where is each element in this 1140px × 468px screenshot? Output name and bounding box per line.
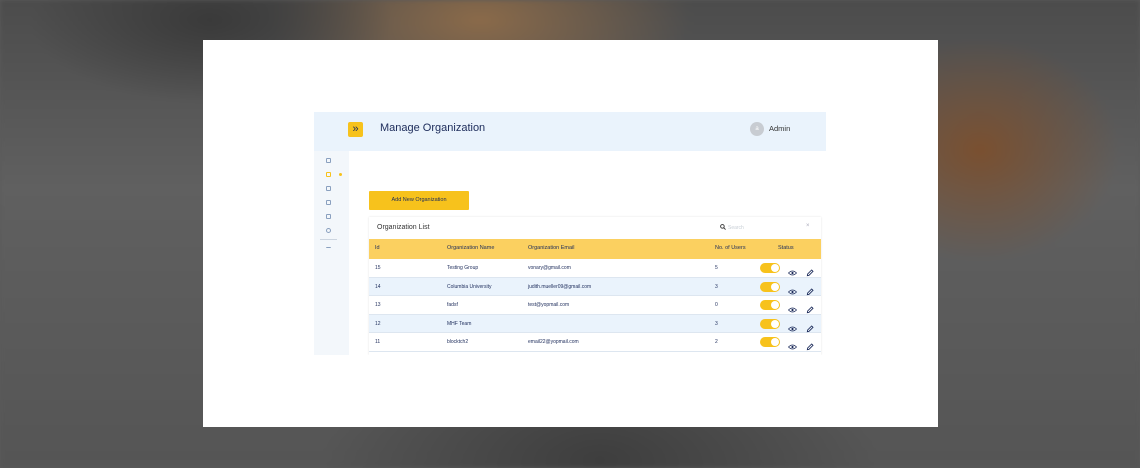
- table-row: 13 fadsf test@yopmail.com 0: [369, 296, 821, 315]
- view-icon[interactable]: [787, 264, 798, 276]
- settings-icon[interactable]: [326, 228, 331, 233]
- organization-list-card: Organization List × Id Organization Name…: [369, 217, 821, 355]
- column-header-name[interactable]: Organization Name: [447, 245, 494, 251]
- column-header-status[interactable]: Status: [778, 245, 794, 251]
- cell-name: Testing Group: [447, 265, 479, 271]
- toggle-knob: [771, 301, 779, 309]
- sidebar: [314, 151, 349, 355]
- toggle-knob: [771, 319, 779, 328]
- table-row: 14 Columbia University judith.mueller09@gm…: [369, 277, 821, 296]
- card-title: Organization List: [377, 224, 430, 231]
- cell-users: 3: [715, 283, 718, 290]
- cell-name: Columbia University: [447, 283, 492, 290]
- sidebar-toggle-button[interactable]: »: [348, 122, 363, 137]
- table-row: 11 blocktch2 email22@yopmail.com 2: [369, 333, 821, 352]
- cell-id: 12: [375, 320, 381, 327]
- sidebar-divider: [320, 239, 337, 240]
- cell-name: blocktch2: [447, 339, 469, 345]
- top-bar: » Manage Organization a Admin: [314, 112, 826, 151]
- view-icon[interactable]: [787, 338, 798, 350]
- cell-id: 13: [375, 302, 381, 308]
- status-toggle[interactable]: [760, 337, 780, 347]
- column-header-id[interactable]: Id: [375, 245, 380, 251]
- page-title: Manage Organization: [380, 122, 486, 134]
- toggle-knob: [771, 282, 779, 291]
- user-name[interactable]: Admin: [769, 124, 790, 133]
- cell-users: 2: [715, 339, 718, 345]
- organization-icon[interactable]: [326, 172, 331, 177]
- table-row: 12 MHF Team 3: [369, 314, 821, 333]
- table-header: Id Organization Name Organization Email …: [369, 239, 821, 259]
- add-new-organization-button[interactable]: Add New Organization: [369, 191, 469, 210]
- cell-name: MHF Team: [447, 320, 472, 327]
- document-icon[interactable]: [326, 200, 331, 205]
- cell-email: vonary@gmail.com: [528, 265, 571, 271]
- search-icon: [720, 224, 726, 232]
- toggle-knob: [771, 338, 779, 346]
- cell-users: 5: [715, 265, 718, 271]
- clear-search-icon[interactable]: ×: [806, 223, 810, 229]
- edit-icon[interactable]: [806, 338, 814, 351]
- status-toggle[interactable]: [760, 300, 780, 310]
- column-header-email[interactable]: Organization Email: [528, 245, 574, 251]
- status-toggle[interactable]: [760, 318, 780, 329]
- edit-icon[interactable]: [806, 301, 814, 314]
- table-row: 15 Testing Group vonary@gmail.com 5: [369, 259, 821, 278]
- status-toggle[interactable]: [760, 281, 780, 292]
- cell-id: 15: [375, 265, 381, 271]
- status-toggle[interactable]: [760, 263, 780, 273]
- cell-id: 11: [375, 339, 381, 345]
- column-header-users[interactable]: No. of Users: [715, 245, 746, 251]
- image-preview-modal: » Manage Organization a Admin Add New Or…: [203, 40, 938, 427]
- cell-users: 3: [715, 320, 718, 327]
- edit-icon[interactable]: [806, 283, 814, 295]
- cell-name: fadsf: [447, 302, 458, 308]
- view-icon[interactable]: [787, 301, 798, 313]
- app-screenshot: » Manage Organization a Admin Add New Or…: [314, 112, 826, 355]
- avatar[interactable]: a: [750, 122, 764, 136]
- cell-email: judith.mueller09@gmail.com: [528, 283, 592, 290]
- dashboard-icon[interactable]: [326, 158, 331, 163]
- edit-icon[interactable]: [806, 320, 814, 332]
- cell-users: 0: [715, 302, 718, 308]
- active-indicator: [339, 173, 342, 176]
- search-input[interactable]: [728, 223, 798, 233]
- checklist-icon[interactable]: [326, 214, 331, 219]
- cell-email: email22@yopmail.com: [528, 339, 579, 345]
- toggle-knob: [771, 264, 779, 272]
- view-icon[interactable]: [787, 283, 798, 294]
- edit-icon[interactable]: [806, 264, 814, 277]
- cell-email: test@yopmail.com: [528, 302, 570, 308]
- users-icon[interactable]: [326, 186, 331, 191]
- collapse-icon[interactable]: [326, 247, 331, 249]
- cell-id: 14: [375, 283, 381, 290]
- view-icon[interactable]: [787, 320, 798, 331]
